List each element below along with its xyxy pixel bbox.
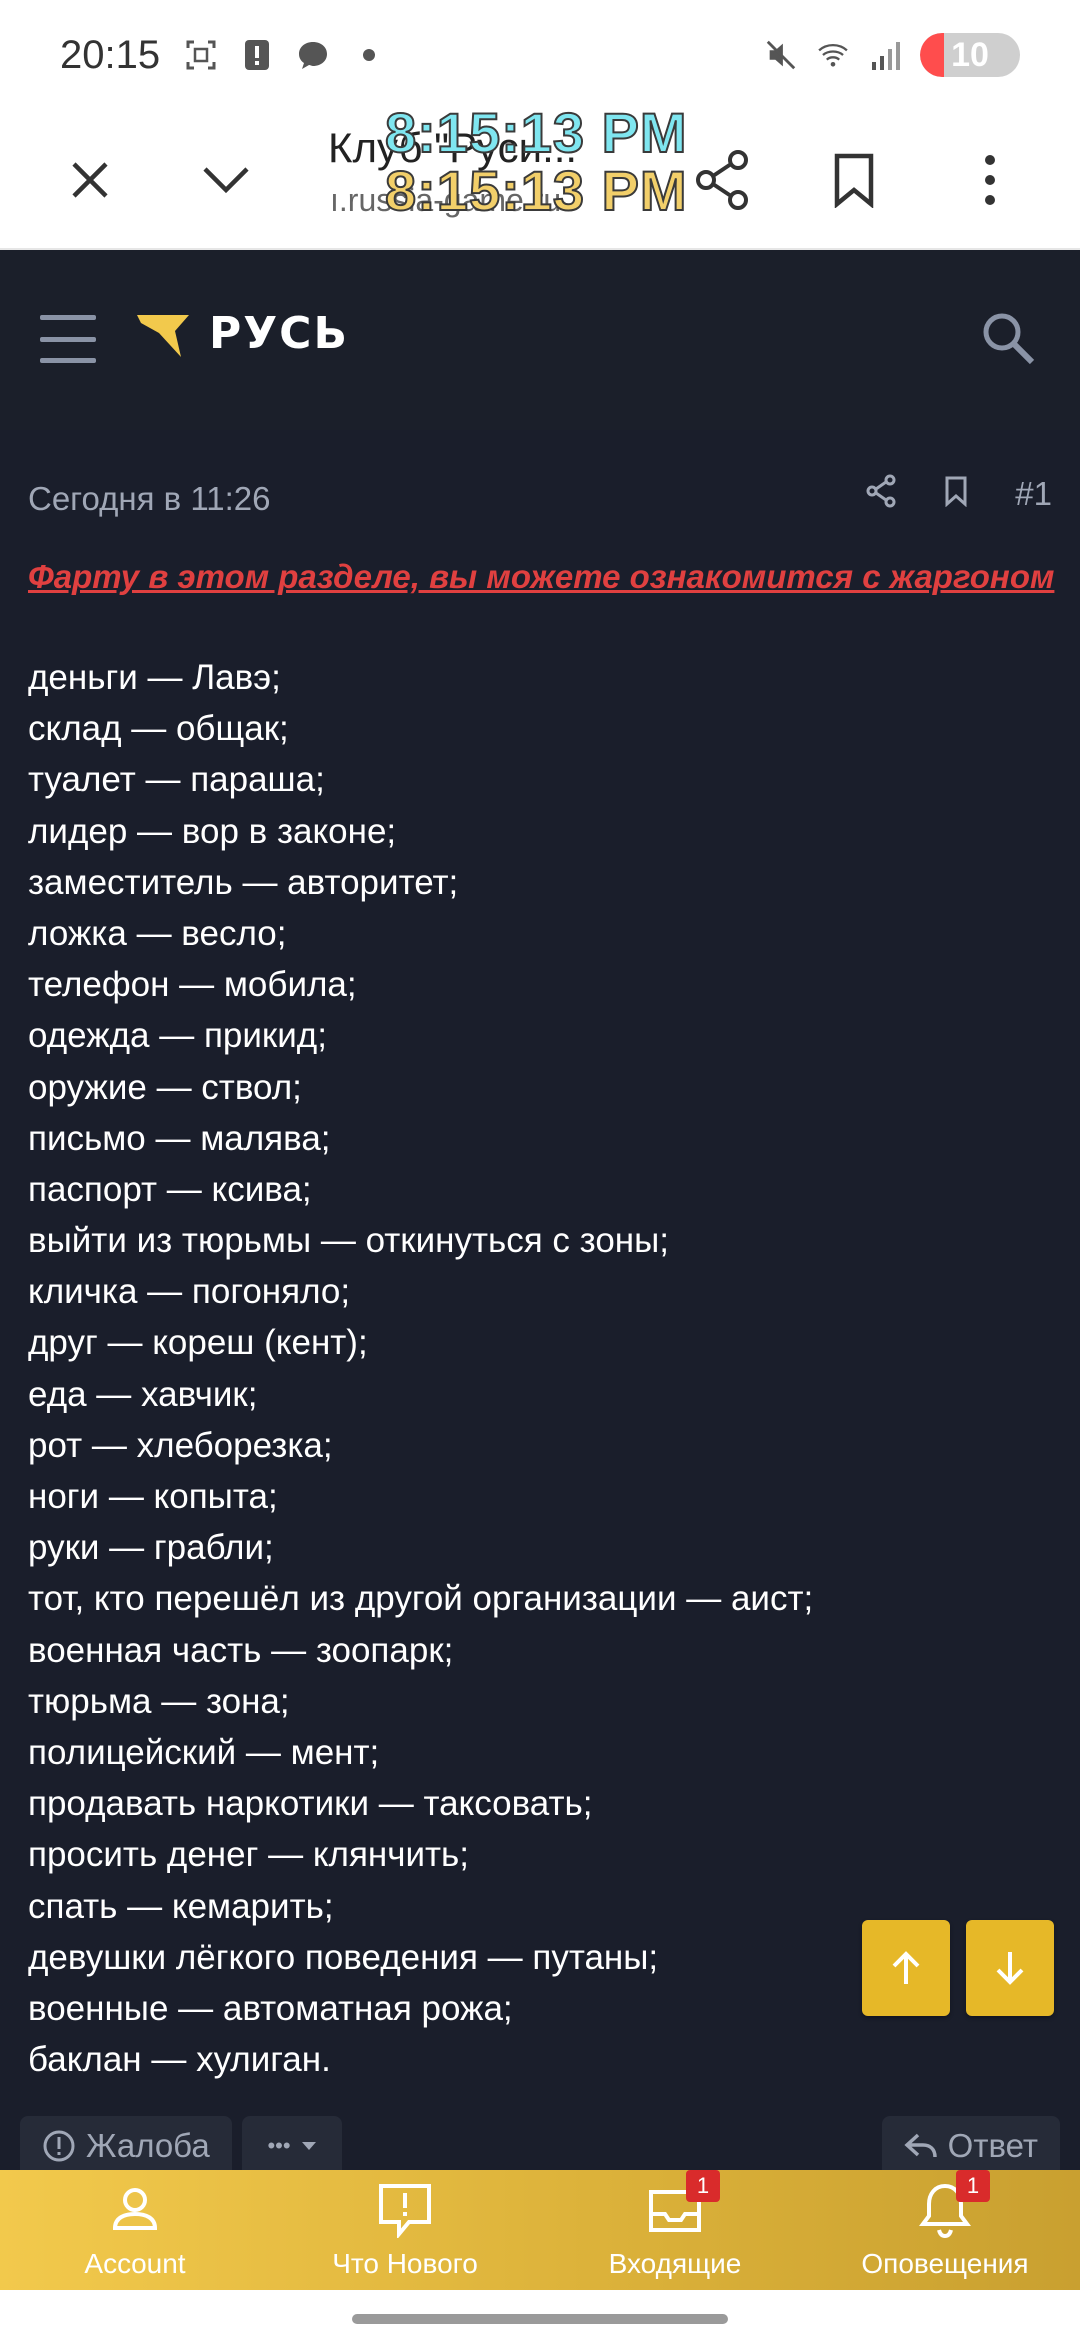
post-line: друг — кореш (кент); [28,1323,368,1363]
nav-alerts[interactable]: 1 Оповещения [810,2170,1080,2290]
signal-icon [868,38,902,72]
post-line: туалет — параша; [28,760,325,800]
post-content: Сегодня в 11:26 #1 Фарту в этом разделе,… [0,430,1080,2170]
whats-new-icon [370,2178,440,2242]
post-line: продавать наркотики — таксовать; [28,1784,593,1824]
nav-whats-new-label: Что Нового [332,2248,478,2279]
scroll-up-button[interactable] [862,1920,950,2016]
bottom-navigation: Account Что Нового 1 Входящие 1 Оповещен… [0,2170,1080,2290]
caret-down-icon [301,2142,316,2150]
post-line: деньги — Лавэ; [28,658,281,697]
post-line: тюрьма — зона; [28,1681,290,1721]
post-share-icon[interactable] [865,474,897,513]
screenshot-icon [184,38,218,72]
post-line: полицейский — мент; [28,1732,380,1772]
post-actions: Жалоба ••• Ответ [0,2116,1080,2170]
wifi-icon [816,38,850,72]
inbox-icon: 1 [640,2170,720,2242]
post-line: еда — хавчик; [28,1374,258,1414]
status-time: 20:15 [60,32,161,77]
post-line: кличка — погоняло; [28,1272,351,1312]
post-bookmark-icon[interactable] [943,475,969,512]
post-line: баклан — хулиган. [28,2040,331,2080]
mute-icon [764,38,798,72]
arrow-down-icon [996,1952,1024,1985]
post-body: деньги — Лавэ; склад — общак; туалет — пар… [28,652,1058,2085]
post-line: заместитель — авторитет; [28,862,459,902]
post-line: телефон — мобила; [28,965,357,1005]
post-line: ноги — копыта; [28,1477,278,1516]
scroll-down-button[interactable] [966,1920,1054,2016]
more-menu-button[interactable] [950,140,1030,220]
nav-inbox-label: Входящие [608,2248,742,2279]
post-date: Сегодня в 11:26 [28,480,271,517]
post-line: тот, кто перешёл из другой организации —… [28,1579,814,1619]
post-line: одежда — прикид; [28,1016,327,1056]
nav-account[interactable]: Account [0,2170,270,2290]
more-actions-label: ••• [267,2133,291,2158]
home-indicator[interactable] [352,2314,728,2324]
alerts-badge: 1 [956,2170,990,2202]
bell-icon: 1 [910,2170,990,2242]
arrow-up-icon [892,1951,920,1984]
reply-icon [904,2133,937,2158]
post-line: руки — грабли; [28,1528,274,1568]
battery-indicator: 10 [920,33,1020,77]
chevron-down-icon [203,167,249,194]
close-icon [72,162,108,198]
clock-overlay-bottom: 8:15:13 PM [384,158,688,223]
search-button[interactable] [980,310,1044,374]
report-button[interactable]: Жалоба [20,2116,232,2170]
dot-icon [352,38,386,72]
post-headline-link[interactable]: Фарту в этом разделе, вы можете ознакоми… [28,558,1058,596]
message-icon [296,38,330,72]
reply-button[interactable]: Ответ [881,2116,1060,2170]
alert-icon [240,38,274,72]
collapse-button[interactable] [186,140,266,220]
post-tools: #1 [865,474,1052,513]
nav-whats-new[interactable]: Что Нового [270,2170,540,2290]
site-logo[interactable]: РУСЬ [135,308,349,359]
post-line: выйти из тюрьмы — откинуться с зоны; [28,1221,669,1261]
status-notification-icons [184,38,386,72]
post-line: рот — хлеборезка; [28,1425,333,1465]
report-label: Жалоба [86,2127,210,2164]
share-icon [696,150,748,210]
post-line: оружие — ствол; [28,1067,302,1107]
post-line: просить денег — клянчить; [28,1835,470,1875]
logo-icon [137,314,189,357]
close-tab-button[interactable] [50,140,130,220]
site-header: РУСЬ [0,250,1080,430]
status-system-icons: 10 [764,33,1020,77]
search-icon [983,313,1035,365]
more-actions-button[interactable]: ••• [242,2116,342,2170]
post-line: военная часть — зоопарк; [28,1630,454,1670]
post-line: склад — общак; [28,709,289,749]
report-icon [43,2130,75,2162]
nav-account-label: Account [84,2248,186,2279]
nav-alerts-label: Оповещения [861,2248,1029,2279]
bookmark-icon [834,153,874,208]
post-number[interactable]: #1 [1015,475,1052,513]
bookmark-button[interactable] [814,140,894,220]
hamburger-menu-icon[interactable] [40,315,96,363]
post-line: лидер — вор в законе; [28,811,397,851]
clock-overlay-top: 8:15:13 PM [384,100,688,165]
post-line: паспорт — ксива; [28,1169,312,1209]
share-button[interactable] [682,140,762,220]
more-vertical-icon [985,155,995,205]
post-line: письмо — малява; [28,1118,331,1158]
reply-label: Ответ [947,2127,1038,2164]
logo-text: РУСЬ [209,308,349,359]
nav-inbox[interactable]: 1 Входящие [540,2170,810,2290]
inbox-badge: 1 [686,2170,720,2202]
status-bar: 20:15 10 [0,0,1080,110]
post-line: ложка — весло; [28,913,287,953]
account-icon [100,2178,170,2242]
